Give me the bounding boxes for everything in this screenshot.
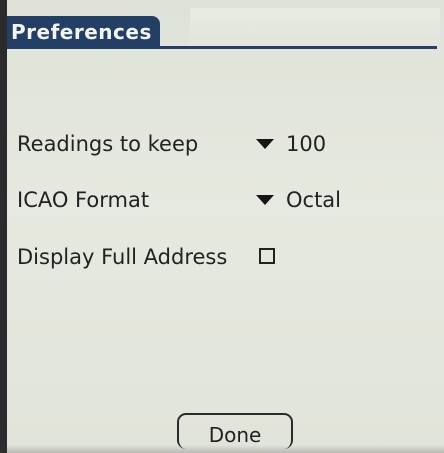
form-title-tab: Preferences: [7, 16, 160, 48]
readings-to-keep-label: Readings to keep: [17, 132, 199, 156]
readings-to-keep-value: 100: [286, 132, 327, 156]
icao-format-value: Octal: [286, 188, 342, 212]
icao-format-label: ICAO Format: [17, 188, 150, 212]
triangle-down-icon: [256, 195, 274, 205]
preferences-screen: Preferences Readings to keep 100 ICAO Fo…: [0, 0, 444, 453]
readings-to-keep-row: Readings to keep: [17, 128, 198, 160]
readings-to-keep-popup-trigger[interactable]: 100: [256, 128, 326, 160]
title-underline: [7, 46, 437, 49]
done-button-label: Done: [208, 423, 262, 447]
title-bar-background: [190, 8, 440, 46]
icao-format-popup-trigger[interactable]: Octal: [256, 184, 341, 216]
icao-format-row: ICAO Format: [17, 184, 149, 216]
triangle-down-icon: [256, 139, 274, 149]
bottom-edge-shadow: [0, 445, 444, 453]
display-full-address-checkbox[interactable]: [259, 248, 275, 264]
device-bezel: [0, 0, 7, 453]
display-full-address-row: Display Full Address: [17, 241, 227, 273]
display-full-address-label: Display Full Address: [17, 245, 228, 269]
done-button[interactable]: Done: [177, 413, 293, 449]
page-title: Preferences: [11, 20, 152, 44]
